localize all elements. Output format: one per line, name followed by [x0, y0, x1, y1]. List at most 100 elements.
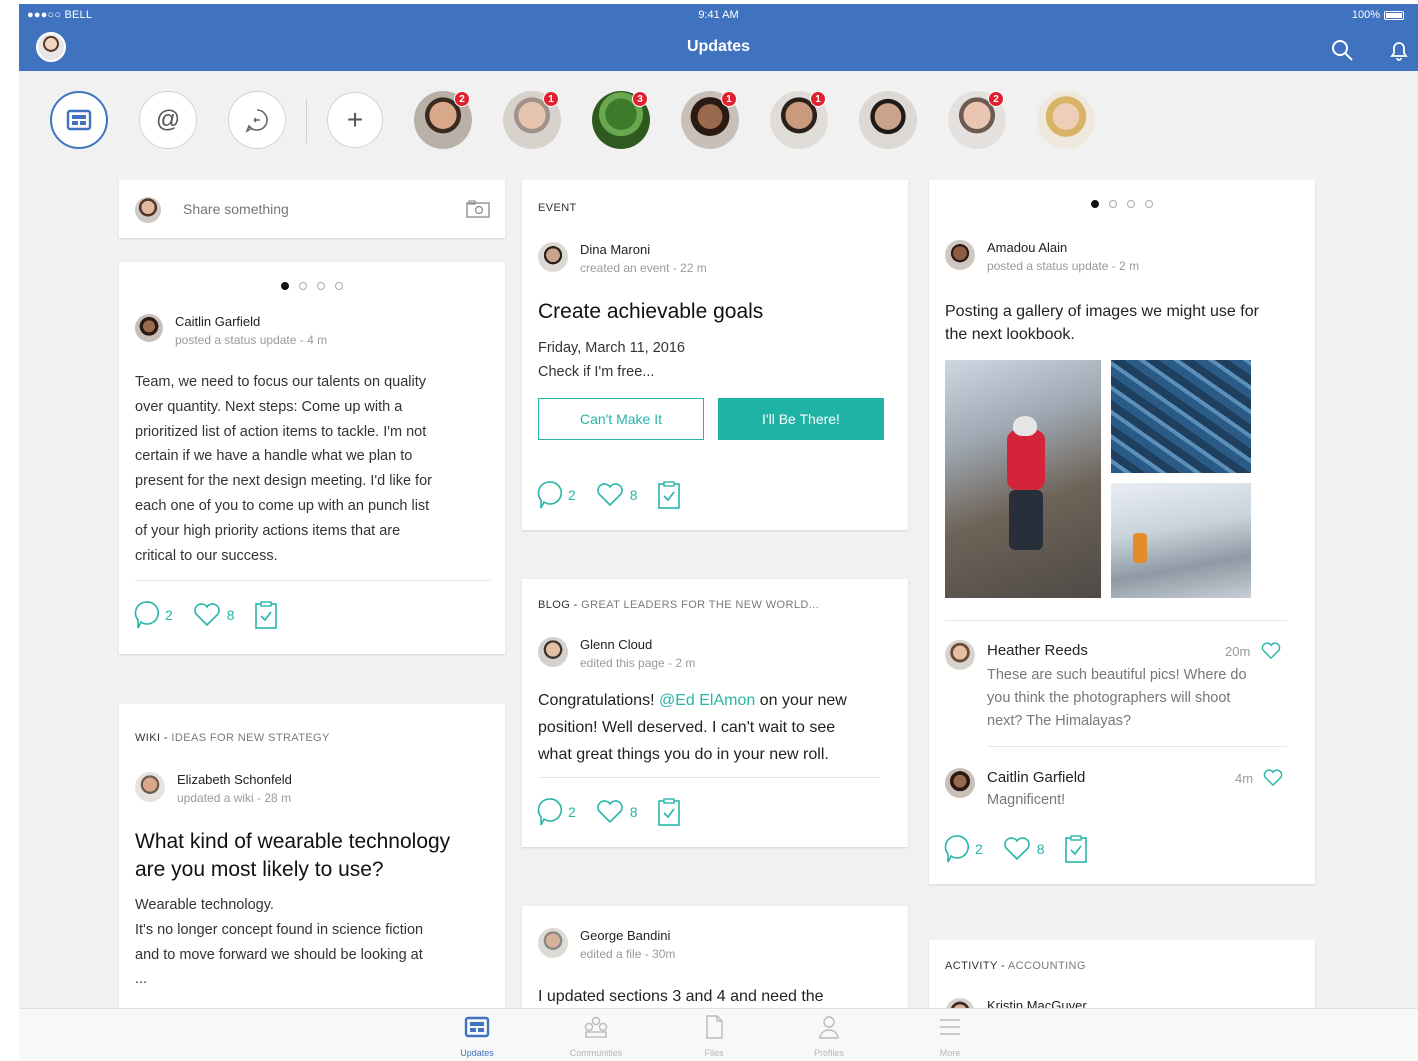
chat-icon — [245, 109, 268, 133]
carousel-dots[interactable] — [119, 282, 505, 290]
person-avatar-2[interactable]: 1 — [503, 91, 561, 149]
carousel-dot[interactable] — [1109, 200, 1117, 208]
person-avatar-5[interactable] — [859, 91, 917, 149]
mention-link[interactable]: @Ed ElAmon — [659, 692, 755, 709]
carousel-dot[interactable] — [335, 282, 343, 290]
excerpt-line: Wearable technology. — [135, 897, 274, 913]
divider — [538, 777, 880, 778]
tab-label: Profiles — [813, 1048, 844, 1058]
poster-avatar[interactable] — [135, 772, 165, 802]
divider — [987, 746, 1287, 747]
like-button[interactable]: 8 — [596, 800, 638, 824]
carousel-dot[interactable] — [299, 282, 307, 290]
like-count: 8 — [226, 607, 235, 623]
card-header: BLOG - GREAT LEADERS FOR THE NEW WORLD..… — [538, 599, 819, 611]
commenter-name[interactable]: Heather Reeds — [987, 642, 1088, 659]
updates-icon — [66, 109, 92, 131]
post-line: certain if we have a handle what we plan… — [135, 448, 413, 465]
community-tree-avatar[interactable]: 3 — [592, 91, 650, 149]
poster-name[interactable]: George Bandini — [580, 928, 675, 943]
post-actions: 2 8 — [536, 480, 694, 510]
check-availability-link[interactable]: Check if I'm free... — [538, 364, 654, 380]
heart-icon — [596, 483, 623, 507]
like-count: 8 — [629, 487, 638, 503]
carousel-dot[interactable] — [281, 282, 289, 290]
cant-make-it-button[interactable]: Can't Make It — [538, 398, 704, 440]
updates-filter-button[interactable] — [50, 91, 108, 149]
bottom-tab-bar: Updates Communities Files Profiles More — [19, 1008, 1418, 1061]
event-title[interactable]: Create achievable goals — [538, 300, 763, 324]
poster-meta: updated a wiki - 28 m — [177, 791, 292, 805]
post-line: of your high priority actions items that… — [135, 522, 401, 539]
person-avatar-3[interactable]: 1 — [681, 91, 739, 149]
comment-button[interactable]: 2 — [943, 834, 983, 864]
poster-avatar[interactable] — [945, 240, 975, 270]
commenter-avatar[interactable] — [945, 768, 975, 798]
carousel-dot[interactable] — [317, 282, 325, 290]
clipboard-check-icon — [657, 798, 680, 826]
blog-line: position! Well deserved. I can't wait to… — [538, 719, 836, 736]
share-card[interactable]: Share something — [119, 180, 505, 238]
comment-button[interactable]: 2 — [536, 797, 576, 827]
comment-icon — [944, 835, 969, 863]
person-avatar-6[interactable]: 2 — [948, 91, 1006, 149]
clipboard-check-icon — [1064, 835, 1087, 863]
commenter-name[interactable]: Caitlin Garfield — [987, 769, 1085, 786]
tab-communities[interactable]: Communities — [551, 1015, 641, 1058]
card-subtitle[interactable]: IDEAS FOR NEW STRATEGY — [171, 732, 329, 744]
carousel-dot[interactable] — [1127, 200, 1135, 208]
post-line: Team, we need to focus our talents on qu… — [135, 374, 426, 390]
like-button[interactable]: 8 — [1003, 837, 1045, 861]
mentions-filter-button[interactable]: @ — [139, 91, 197, 149]
carousel-dot[interactable] — [1091, 200, 1099, 208]
wiki-card: WIKI - IDEAS FOR NEW STRATEGY Elizabeth … — [119, 704, 505, 1024]
carousel-dot[interactable] — [1145, 200, 1153, 208]
gallery-image-snow[interactable] — [1111, 483, 1251, 598]
poster-name[interactable]: Amadou Alain — [987, 240, 1139, 255]
post-line: present for the next design meeting. I'd… — [135, 473, 432, 490]
poster-name[interactable]: Dina Maroni — [580, 242, 707, 257]
add-filter-button[interactable]: + — [327, 92, 383, 148]
climber-figure — [1007, 430, 1045, 490]
gallery-image-climber[interactable] — [945, 360, 1101, 598]
tab-profiles[interactable]: Profiles — [784, 1015, 874, 1058]
card-subtitle[interactable]: GREAT LEADERS FOR THE NEW WORLD... — [581, 599, 819, 611]
gallery-image-laces[interactable] — [1111, 360, 1251, 473]
card-subtitle[interactable]: ACCOUNTING — [1008, 960, 1086, 972]
task-button[interactable] — [1064, 835, 1087, 863]
poster-avatar[interactable] — [538, 637, 568, 667]
chat-filter-button[interactable] — [228, 91, 286, 149]
poster-name[interactable]: Caitlin Garfield — [175, 314, 327, 329]
heart-icon[interactable] — [1263, 769, 1283, 787]
commenter-avatar[interactable] — [945, 640, 975, 670]
task-button[interactable] — [657, 798, 680, 826]
heart-icon[interactable] — [1261, 642, 1281, 660]
gallery-text-line: the next lookbook. — [945, 326, 1075, 343]
poster-name[interactable]: Glenn Cloud — [580, 637, 695, 652]
bell-icon[interactable] — [1386, 37, 1412, 63]
tab-updates[interactable]: Updates — [432, 1015, 522, 1058]
like-button[interactable]: 8 — [193, 603, 235, 627]
task-button[interactable] — [657, 481, 680, 509]
poster-name[interactable]: Elizabeth Schonfeld — [177, 772, 292, 787]
ill-be-there-button[interactable]: I'll Be There! — [718, 398, 884, 440]
comment-button[interactable]: 2 — [133, 600, 173, 630]
comment-button[interactable]: 2 — [536, 480, 576, 510]
search-icon[interactable] — [1329, 37, 1355, 63]
comment-time: 20m — [1225, 644, 1251, 659]
camera-icon[interactable] — [466, 200, 490, 218]
wiki-title[interactable]: What kind of wearable technology are you… — [135, 828, 450, 884]
tab-more[interactable]: More — [905, 1015, 995, 1058]
post-actions: 2 8 — [133, 600, 291, 630]
person-avatar-1[interactable]: 2 — [414, 91, 472, 149]
like-button[interactable]: 8 — [596, 483, 638, 507]
task-button[interactable] — [254, 601, 277, 629]
person-avatar-7[interactable] — [1037, 91, 1095, 149]
poster-avatar[interactable] — [135, 314, 163, 342]
tab-files[interactable]: Files — [669, 1015, 759, 1058]
carousel-dots[interactable] — [929, 200, 1315, 208]
poster-avatar[interactable] — [538, 928, 568, 958]
excerpt-line: and to move forward we should be looking… — [135, 946, 423, 963]
person-avatar-4[interactable]: 1 — [770, 91, 828, 149]
poster-avatar[interactable] — [538, 242, 568, 272]
